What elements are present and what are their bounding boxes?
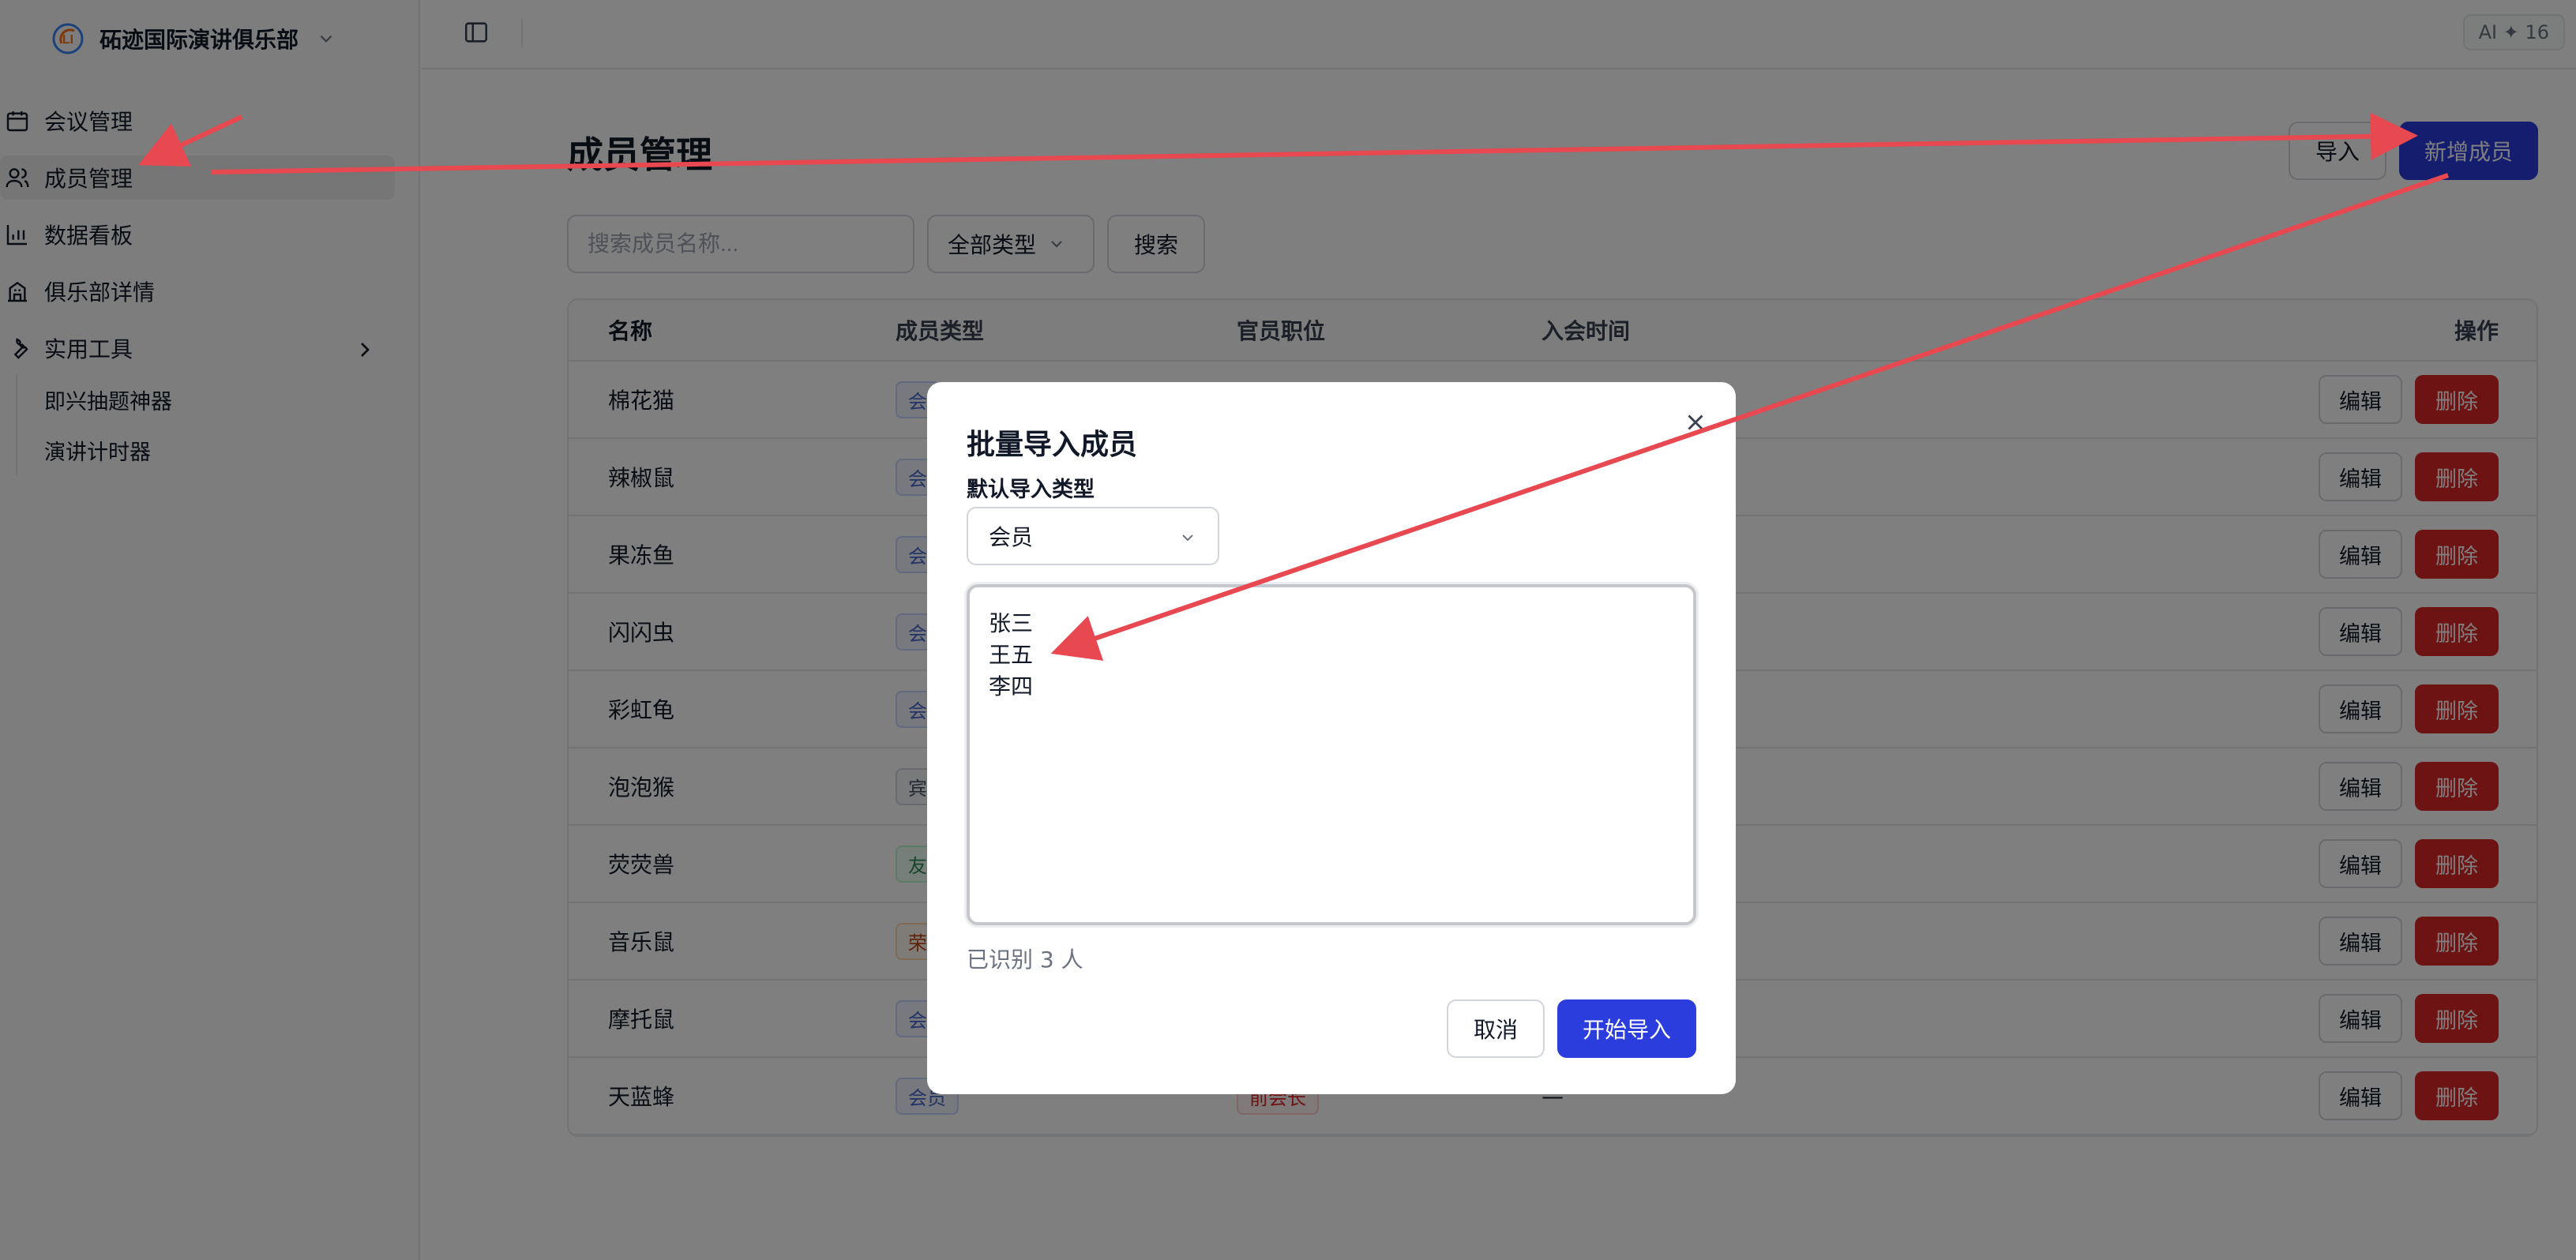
default-type-value: 会员	[989, 524, 1034, 550]
cancel-button[interactable]: 取消	[1447, 999, 1545, 1058]
start-import-button[interactable]: 开始导入	[1557, 999, 1696, 1058]
default-type-select[interactable]: 会员	[967, 507, 1219, 565]
default-type-label: 默认导入类型	[967, 478, 1095, 502]
bulk-import-dialog: 批量导入成员 默认导入类型 会员 已识别 3 人 取消 开始导入	[927, 382, 1736, 1094]
chevron-down-icon	[1182, 534, 1193, 542]
member-names-textarea[interactable]	[967, 584, 1696, 925]
dialog-title: 批量导入成员	[967, 429, 1138, 461]
recognized-count: 已识别 3 人	[967, 947, 1083, 973]
close-icon[interactable]	[1682, 409, 1709, 436]
